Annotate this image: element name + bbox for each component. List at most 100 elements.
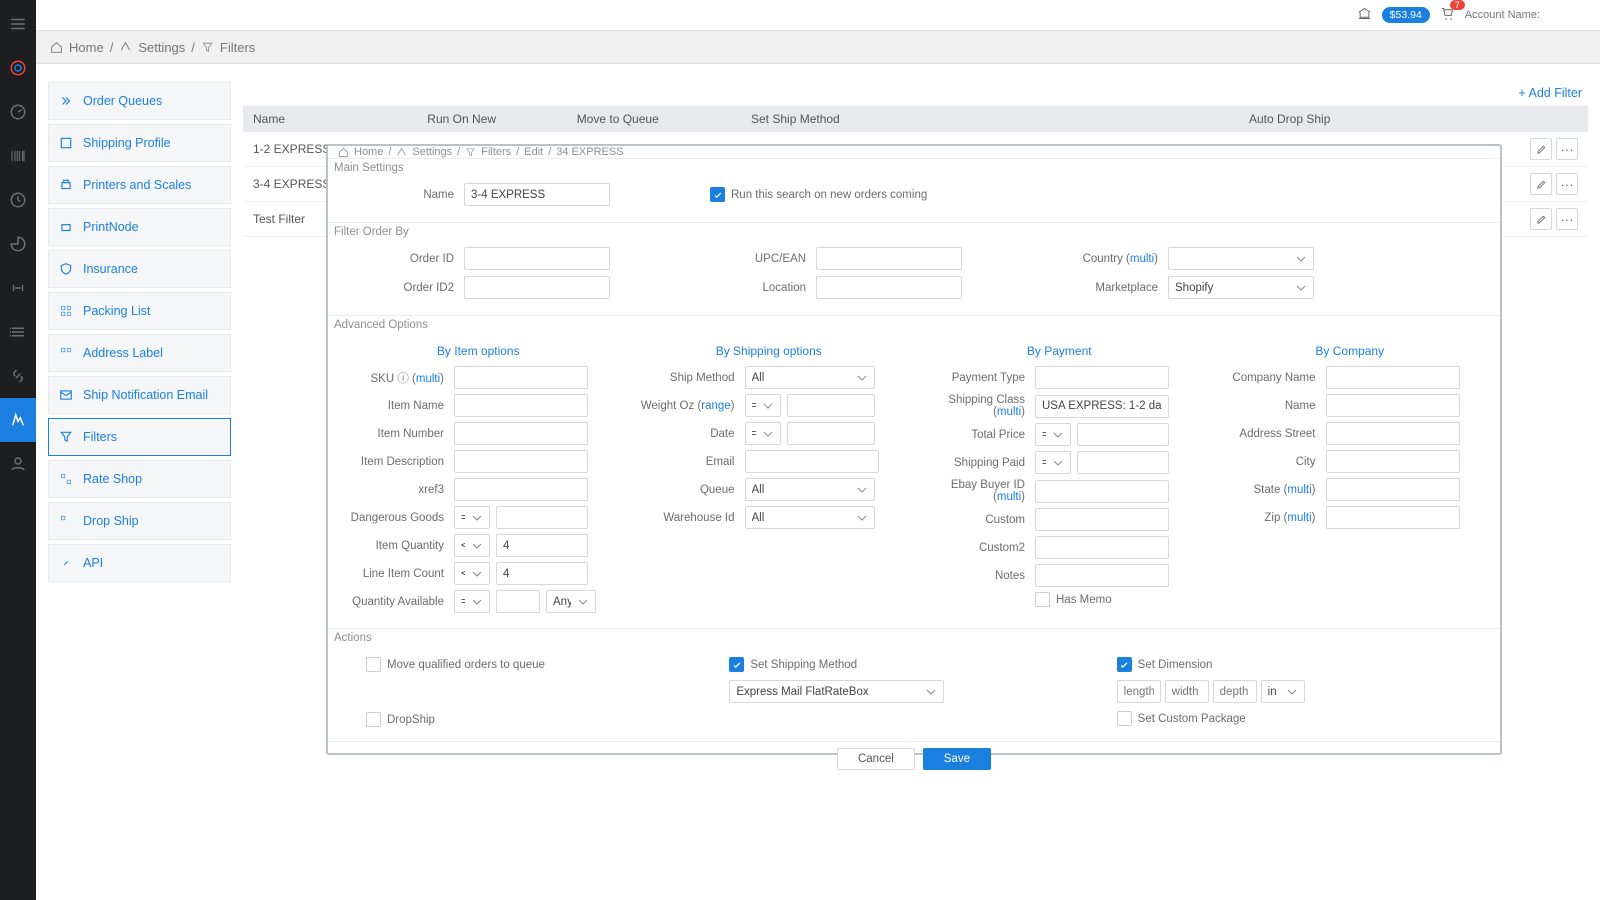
setship-select[interactable]: Express Mail FlatRateBox [729, 680, 944, 703]
cancel-button[interactable]: Cancel [837, 748, 915, 770]
sidenav-printers-scales[interactable]: Printers and Scales [48, 166, 231, 204]
zip-input[interactable] [1326, 506, 1460, 529]
mcrumb-settings[interactable]: Settings [412, 146, 452, 158]
dim-width-input[interactable] [1165, 680, 1209, 703]
rail-menu-icon[interactable] [0, 2, 36, 46]
mcrumb-edit[interactable]: Edit [524, 146, 543, 158]
date-op-select[interactable]: = [745, 422, 781, 445]
sidenav-insurance[interactable]: Insurance [48, 250, 231, 288]
sidenav-ship-notification-email[interactable]: Ship Notification Email [48, 376, 231, 414]
addr-input[interactable] [1326, 422, 1460, 445]
companyname-input[interactable] [1326, 366, 1460, 389]
location-input[interactable] [816, 276, 962, 299]
row-more-button[interactable]: ··· [1556, 138, 1578, 160]
add-filter-link[interactable]: + Add Filter [1518, 86, 1582, 100]
qtyavail-any-select[interactable]: Any [546, 590, 596, 613]
weight-op-select[interactable]: = [745, 394, 781, 417]
dim-unit-select[interactable]: in [1261, 680, 1305, 703]
sidenav-shipping-profile[interactable]: Shipping Profile [48, 124, 231, 162]
sidenav-filters[interactable]: Filters [48, 418, 231, 456]
total-op-select[interactable]: = [1035, 423, 1071, 446]
city-input[interactable] [1326, 450, 1460, 473]
country-select[interactable] [1168, 247, 1314, 270]
rail-settings-icon[interactable] [0, 398, 36, 442]
mcrumb-home[interactable]: Home [354, 146, 383, 158]
crumb-home[interactable]: Home [69, 40, 104, 55]
row-edit-button[interactable] [1530, 208, 1552, 230]
sku-input[interactable] [454, 366, 588, 389]
state-input[interactable] [1326, 478, 1460, 501]
linecount-op-select[interactable]: < [454, 562, 490, 585]
rail-logo-icon[interactable] [0, 46, 36, 90]
rail-barcode-icon[interactable] [0, 134, 36, 178]
sidenav-rate-shop[interactable]: Rate Shop [48, 460, 231, 498]
sidenav-drop-ship[interactable]: Drop Ship [48, 502, 231, 540]
cname-input[interactable] [1326, 394, 1460, 417]
row-edit-button[interactable] [1530, 173, 1552, 195]
qtyavail-input[interactable] [496, 590, 540, 613]
th-run: Run On New [427, 112, 576, 126]
setship-checkbox[interactable]: Set Shipping Method [729, 657, 1098, 672]
sidenav-printnode[interactable]: PrintNode [48, 208, 231, 246]
movequeue-checkbox[interactable]: Move qualified orders to queue [366, 657, 711, 672]
upc-input[interactable] [816, 247, 962, 270]
row-more-button[interactable]: ··· [1556, 208, 1578, 230]
orderid2-input[interactable] [464, 276, 610, 299]
rail-history-icon[interactable] [0, 178, 36, 222]
marketplace-select[interactable]: Shopify [1168, 276, 1314, 299]
name-input[interactable] [464, 183, 610, 206]
notes-input[interactable] [1035, 564, 1169, 587]
shipmethod-select[interactable]: All [745, 366, 875, 389]
xref3-input[interactable] [454, 478, 588, 501]
mcrumb-filters[interactable]: Filters [481, 146, 511, 158]
email-input[interactable] [745, 450, 879, 473]
ebay-input[interactable] [1035, 480, 1169, 503]
setdim-checkbox[interactable]: Set Dimension [1117, 657, 1486, 672]
shipclass-input[interactable] [1035, 395, 1169, 418]
orderid-input[interactable] [464, 247, 610, 270]
crumb-settings[interactable]: Settings [138, 40, 185, 55]
paytype-input[interactable] [1035, 366, 1169, 389]
itemnumber-input[interactable] [454, 422, 588, 445]
row-edit-button[interactable] [1530, 138, 1552, 160]
itemqty-input[interactable] [496, 534, 588, 557]
custom2-input[interactable] [1035, 536, 1169, 559]
row-more-button[interactable]: ··· [1556, 173, 1578, 195]
warehouse-select[interactable]: All [745, 506, 875, 529]
rail-dashboard-icon[interactable] [0, 90, 36, 134]
rail-link-icon[interactable] [0, 354, 36, 398]
itemname-input[interactable] [454, 394, 588, 417]
bank-icon[interactable] [1357, 6, 1372, 24]
run-on-new-checkbox[interactable]: Run this search on new orders coming [710, 187, 927, 202]
cart-button[interactable]: 7 [1440, 6, 1455, 24]
date-input[interactable] [787, 422, 875, 445]
sidenav-order-queues[interactable]: Order Queues [48, 82, 231, 120]
dim-depth-input[interactable] [1213, 680, 1257, 703]
spaid-op-select[interactable]: = [1035, 451, 1071, 474]
sidenav-packing-list[interactable]: Packing List [48, 292, 231, 330]
queue-select[interactable]: All [745, 478, 875, 501]
rail-list-icon[interactable] [0, 310, 36, 354]
itemdesc-input[interactable] [454, 450, 588, 473]
rail-chart-icon[interactable] [0, 222, 36, 266]
save-button[interactable]: Save [923, 748, 991, 770]
sidenav-api[interactable]: API [48, 544, 231, 582]
dangerous-op-select[interactable]: = [454, 506, 490, 529]
weight-input[interactable] [787, 394, 875, 417]
qtyavail-op-select[interactable]: = [454, 590, 490, 613]
balance-pill[interactable]: $53.94 [1382, 7, 1430, 23]
sidenav-address-label[interactable]: Address Label [48, 334, 231, 372]
dangerous-input[interactable] [496, 506, 588, 529]
custompkg-checkbox[interactable]: Set Custom Package [1117, 711, 1486, 726]
linecount-input[interactable] [496, 562, 588, 585]
dim-length-input[interactable] [1117, 680, 1161, 703]
hasmemo-checkbox[interactable]: Has Memo [1035, 592, 1112, 607]
rail-integrations-icon[interactable] [0, 266, 36, 310]
dropship-checkbox[interactable]: DropShip [366, 712, 711, 727]
spaid-input[interactable] [1077, 451, 1169, 474]
rail-user-icon[interactable] [0, 442, 36, 486]
custom-input[interactable] [1035, 508, 1169, 531]
itemqty-op-select[interactable]: < [454, 534, 490, 557]
modal-breadcrumb: Home/ Settings/ Filters/ Edit/ 34 EXPRES… [328, 146, 1500, 158]
total-input[interactable] [1077, 423, 1169, 446]
